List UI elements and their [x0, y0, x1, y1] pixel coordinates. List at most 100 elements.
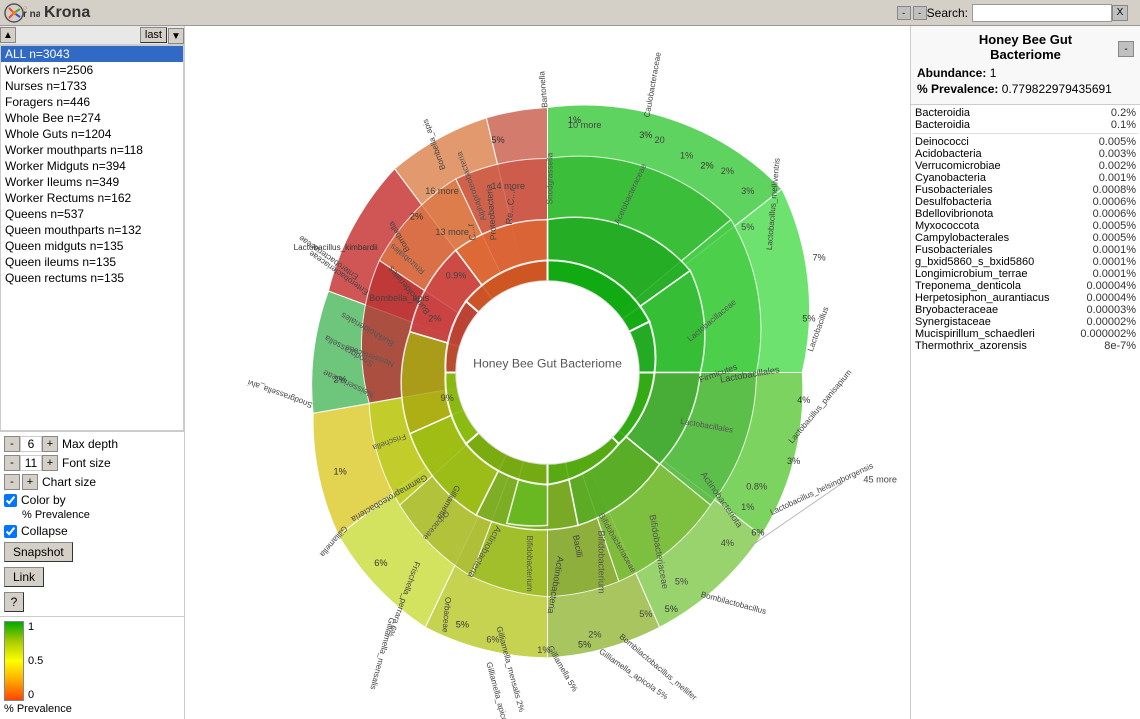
sample-list-item[interactable]: Workers n=2506 — [1, 62, 183, 78]
chart-size-increase-button[interactable]: + — [22, 474, 38, 490]
max-depth-decrease-button[interactable]: - — [4, 436, 20, 452]
taxa-list-item[interactable]: Bacteroidia0.1% — [913, 119, 1138, 131]
max-depth-increase-button[interactable]: + — [42, 436, 58, 452]
sample-list-item[interactable]: Worker Rectums n=162 — [1, 190, 183, 206]
taxa-list-item[interactable]: Herpetosiphon_aurantiacus0.00004% — [913, 292, 1138, 304]
svg-text:2%: 2% — [721, 166, 734, 176]
snapshot-button[interactable]: Snapshot — [4, 542, 73, 562]
svg-text:5%: 5% — [491, 135, 504, 145]
sample-list-item[interactable]: Queen ileums n=135 — [1, 254, 183, 270]
taxa-list-item[interactable]: g_bxid5860_s_bxid58600.0001% — [913, 256, 1138, 268]
taxa-list-item[interactable]: Longimicrobium_terrae0.0001% — [913, 268, 1138, 280]
svg-text:6%: 6% — [374, 558, 387, 568]
taxa-list-item[interactable]: Bacteroidia0.2% — [913, 107, 1138, 119]
controls-panel: - 6 + Max depth - 11 + Font size - + Cha… — [0, 431, 184, 616]
taxa-list-item[interactable]: Fusobacteriales0.0001% — [913, 244, 1138, 256]
taxa-value: 0.1% — [1076, 119, 1136, 131]
sample-list-item[interactable]: Queen mouthparts n=132 — [1, 222, 183, 238]
info-close-button[interactable]: - — [1118, 41, 1134, 57]
taxa-list-item[interactable]: Deinococci0.005% — [913, 136, 1138, 148]
taxa-list-item[interactable]: Synergistaceae0.00002% — [913, 316, 1138, 328]
taxa-list-item[interactable]: Mucispirillum_schaedleri0.000002% — [913, 328, 1138, 340]
info-box: Honey Bee Gut Bacteriome - Abundance: 1 … — [911, 26, 1140, 105]
taxa-list-item[interactable]: Verrucomicrobiae0.002% — [913, 160, 1138, 172]
taxa-list-item[interactable]: Desulfobacteria0.0006% — [913, 196, 1138, 208]
krona-chart[interactable]: Honey Bee Gut Bacteriome — [185, 26, 910, 719]
taxa-value: 0.0005% — [1076, 220, 1136, 232]
taxa-list-item[interactable]: Myxococcota0.0005% — [913, 220, 1138, 232]
sample-list-item[interactable]: Queen rectums n=135 — [1, 270, 183, 286]
taxa-value: 0.0001% — [1076, 268, 1136, 280]
collapse-label: Collapse — [21, 524, 68, 538]
font-size-control: - 11 + Font size — [4, 455, 180, 471]
taxa-name: Fusobacteriales — [915, 244, 1076, 256]
legend-max-label: 1 — [28, 621, 43, 633]
svg-text:Bifidobacterium: Bifidobacterium — [596, 530, 606, 593]
taxa-list-item[interactable]: Bryobacteraceae0.00003% — [913, 304, 1138, 316]
sample-list-item[interactable]: ALL n=3043 — [1, 46, 183, 62]
max-depth-control: - 6 + Max depth — [4, 436, 180, 452]
chart-size-decrease-button[interactable]: - — [4, 474, 20, 490]
left-panel: ▲ last ▼ ALL n=3043Workers n=2506Nurses … — [0, 26, 185, 719]
svg-text:Bifidobacterium: Bifidobacterium — [525, 536, 534, 592]
sample-list-item[interactable]: Worker mouthparts n=118 — [1, 142, 183, 158]
sample-list-item[interactable]: Queen midguts n=135 — [1, 238, 183, 254]
svg-text:6%: 6% — [751, 528, 764, 538]
collapse-checkbox[interactable] — [4, 525, 17, 538]
link-button[interactable]: Link — [4, 567, 44, 587]
center-text[interactable]: Honey Bee Gut Bacteriome — [473, 356, 622, 370]
right-panel: Honey Bee Gut Bacteriome - Abundance: 1 … — [910, 26, 1140, 719]
help-button[interactable]: ? — [4, 592, 24, 612]
sample-list-item[interactable]: Queens n=537 — [1, 206, 183, 222]
restore-button[interactable]: - — [913, 6, 927, 20]
taxa-name: Longimicrobium_terrae — [915, 268, 1076, 280]
search-input[interactable] — [972, 4, 1112, 22]
sample-list-item[interactable]: Worker Midguts n=394 — [1, 158, 183, 174]
font-size-increase-button[interactable]: + — [42, 455, 58, 471]
svg-text:4%: 4% — [721, 538, 734, 548]
last-button[interactable]: last — [140, 27, 167, 43]
color-by-sub-label: % Prevalence — [22, 509, 180, 521]
scroll-up-button[interactable]: ▲ — [0, 27, 16, 43]
svg-text:5%: 5% — [675, 576, 688, 586]
sample-list-item[interactable]: Worker Ileums n=349 — [1, 174, 183, 190]
prevalence-label: % Prevalence: — [917, 82, 998, 96]
taxa-list-item[interactable]: Cyanobacteria0.001% — [913, 172, 1138, 184]
sample-list[interactable]: ALL n=3043Workers n=2506Nurses n=1733For… — [0, 45, 184, 431]
svg-text:16 more: 16 more — [425, 186, 459, 196]
sample-list-container: ▲ last ▼ ALL n=3043Workers n=2506Nurses … — [0, 26, 184, 431]
taxa-list-item[interactable]: Treponema_denticola0.00004% — [913, 280, 1138, 292]
taxa-list-item[interactable]: Acidobacteria0.003% — [913, 148, 1138, 160]
chart-size-label: Chart size — [42, 475, 96, 489]
taxa-value: 0.001% — [1076, 172, 1136, 184]
abundance-value: 1 — [990, 66, 997, 80]
info-title: Honey Bee Gut Bacteriome — [960, 32, 1090, 62]
search-clear-button[interactable]: X — [1112, 5, 1128, 21]
chart-area[interactable]: Honey Bee Gut Bacteriome — [185, 26, 910, 719]
krona-logo: r na ○ — [4, 3, 40, 23]
taxa-name: Mucispirillum_schaedleri — [915, 328, 1076, 340]
font-size-decrease-button[interactable]: - — [4, 455, 20, 471]
taxa-value: 0.0001% — [1076, 244, 1136, 256]
taxa-value: 0.002% — [1076, 160, 1136, 172]
legend-mid-label: 0.5 — [28, 655, 43, 667]
svg-text:7%: 7% — [812, 252, 825, 262]
minimize-button[interactable]: - — [897, 6, 911, 20]
taxa-list-item[interactable]: Campylobacterales0.0005% — [913, 232, 1138, 244]
taxa-value: 0.0006% — [1076, 208, 1136, 220]
taxa-value: 0.003% — [1076, 148, 1136, 160]
sample-list-item[interactable]: Whole Bee n=274 — [1, 110, 183, 126]
taxa-name: Bacteroidia — [915, 119, 1076, 131]
taxa-list-item[interactable]: Bdellovibrionota0.0006% — [913, 208, 1138, 220]
sample-list-item[interactable]: Whole Guts n=1204 — [1, 126, 183, 142]
sample-list-item[interactable]: Nurses n=1733 — [1, 78, 183, 94]
taxa-list-item[interactable]: Fusobacteriales0.0008% — [913, 184, 1138, 196]
scroll-down-button[interactable]: ▼ — [168, 28, 184, 44]
color-by-checkbox[interactable] — [4, 494, 17, 507]
sample-list-item[interactable]: Foragers n=446 — [1, 94, 183, 110]
prevalence-value: 0.779822979435691 — [1002, 82, 1112, 96]
svg-text:1%: 1% — [333, 466, 346, 476]
taxa-name: Verrucomicrobiae — [915, 160, 1076, 172]
taxa-list-item[interactable]: Thermothrix_azorensis8e-7% — [913, 340, 1138, 352]
svg-text:13 more: 13 more — [435, 227, 469, 237]
